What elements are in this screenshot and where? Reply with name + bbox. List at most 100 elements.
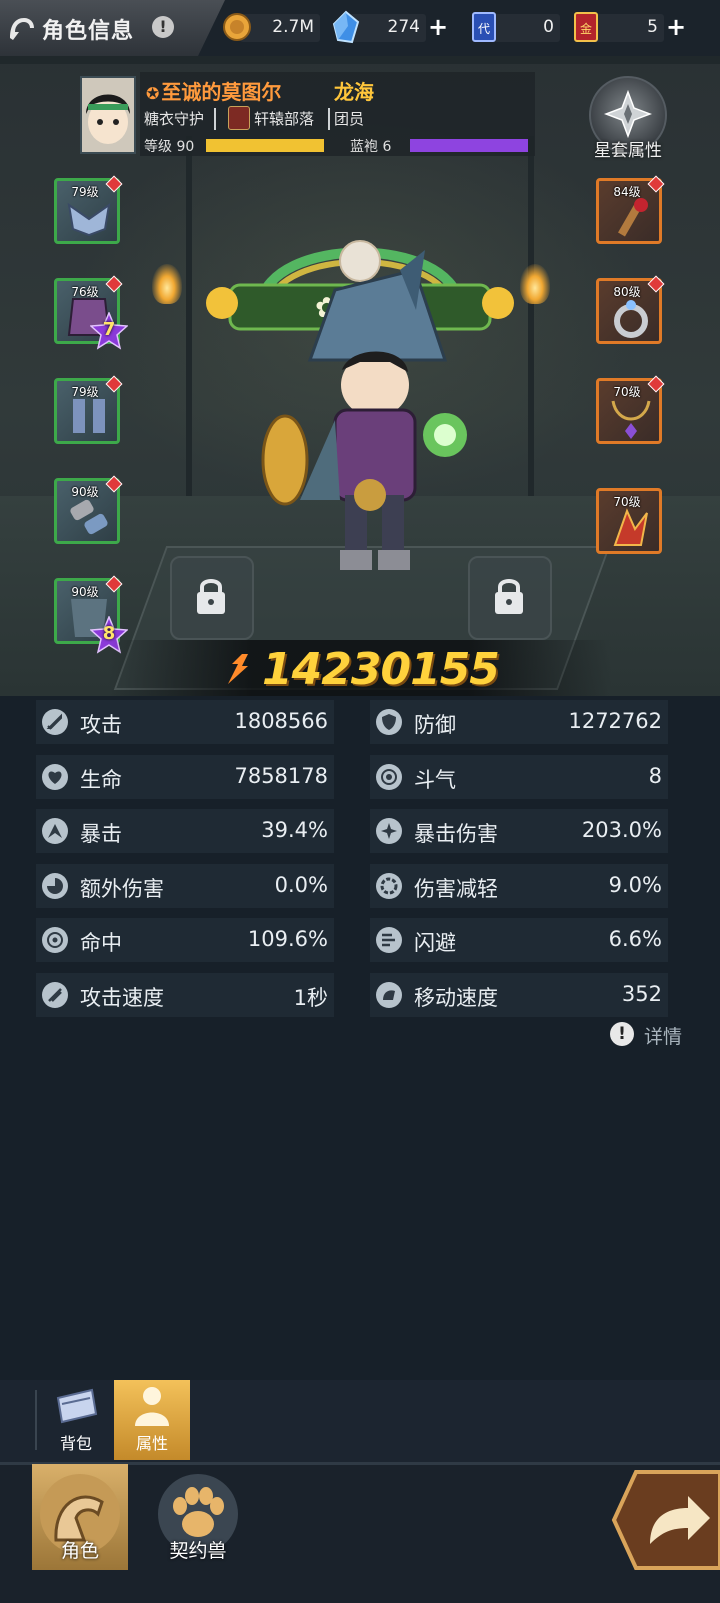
tab-backpack[interactable]: 背包 xyxy=(38,1380,114,1460)
shoulder-armor-icon xyxy=(67,202,111,237)
equip-slot-bracers[interactable]: 90级 xyxy=(54,475,123,544)
stat-value: 7858178 xyxy=(234,764,328,788)
torch-icon xyxy=(152,264,182,304)
person-icon xyxy=(135,1387,169,1426)
combat-power-value: 14230155 xyxy=(262,644,500,695)
move-speed-icon xyxy=(376,982,402,1008)
stat-value: 1272762 xyxy=(568,709,662,733)
torch-icon xyxy=(520,264,550,304)
info-icon: ! xyxy=(610,1022,634,1046)
tab-attributes[interactable]: 属性 xyxy=(114,1380,190,1460)
back-icon[interactable] xyxy=(6,12,38,44)
stat-name: 伤害减轻 xyxy=(414,877,498,901)
boots-icon xyxy=(73,399,105,433)
player-name: 龙海 xyxy=(334,80,374,104)
locked-slot[interactable] xyxy=(468,556,552,640)
rank-star-icon: ✪ xyxy=(146,84,160,103)
equip-slot-ring[interactable]: 80级 xyxy=(596,275,665,344)
extra-damage-icon xyxy=(42,873,68,899)
lock-icon xyxy=(197,579,225,614)
stat-value: 8 xyxy=(648,764,662,788)
artifact-icon xyxy=(613,508,648,546)
pillar xyxy=(186,136,192,496)
stat-name: 生命 xyxy=(80,768,122,792)
stat-name: 暴击伤害 xyxy=(414,822,498,846)
stat-value: 1808566 xyxy=(234,709,328,733)
attack-speed-icon xyxy=(42,982,68,1008)
dodge-icon xyxy=(376,927,402,953)
equip-slot-boots[interactable]: 79级 xyxy=(54,375,123,444)
red-gold-card-icon: 金 xyxy=(572,10,604,44)
stat-row: 移动速度 352 xyxy=(370,973,668,1017)
add-crystal-button[interactable]: + xyxy=(426,14,450,42)
stat-value: 109.6% xyxy=(247,927,328,951)
stat-value: 203.0% xyxy=(581,818,662,842)
stat-row: 伤害减轻 9.0% xyxy=(370,864,668,908)
svg-text:金: 金 xyxy=(580,21,592,36)
info-icon[interactable]: ! xyxy=(152,16,174,38)
equip-slot-necklace[interactable]: 70级 xyxy=(596,375,665,444)
stat-name: 额外伤害 xyxy=(80,877,164,901)
stat-row: 斗气 8 xyxy=(370,755,668,799)
robe-bar xyxy=(410,139,528,152)
level-bar xyxy=(206,139,324,152)
svg-text:代: 代 xyxy=(478,22,490,36)
stat-name: 命中 xyxy=(80,931,122,955)
gold-coin-icon xyxy=(222,12,254,46)
pillar xyxy=(528,136,534,496)
stat-name: 暴击 xyxy=(80,822,122,846)
stat-row: 命中 109.6% xyxy=(36,918,334,962)
level-label: 等级 90 xyxy=(144,139,195,155)
level-bar-fill xyxy=(206,139,324,152)
wall-trim xyxy=(0,56,720,64)
lock-icon xyxy=(495,579,523,614)
tribe-name: 轩辕部落 xyxy=(254,110,315,128)
burst-icon xyxy=(376,818,402,844)
crit-icon xyxy=(42,818,68,844)
equip-slot-shoulder[interactable]: 79级 xyxy=(54,175,123,244)
star-rank-badge: 7 xyxy=(89,311,129,350)
damage-reduction-icon xyxy=(376,873,402,899)
stat-row: 防御 1272762 xyxy=(370,700,668,744)
stat-row: 生命 7858178 xyxy=(36,755,334,799)
set-attributes-button[interactable]: 星套属性 xyxy=(588,76,668,166)
stat-row: 攻击 1808566 xyxy=(36,700,334,744)
stat-value: 1秒 xyxy=(293,986,328,1010)
stat-name: 闪避 xyxy=(414,931,456,955)
locked-slot[interactable] xyxy=(170,556,254,640)
blue-card-icon: 代 xyxy=(470,10,502,44)
hero-name: ✪ 至诚的莫图尔 xyxy=(146,80,282,104)
heart-icon xyxy=(42,764,68,790)
nav-character[interactable]: 角色 xyxy=(32,1464,128,1570)
target-icon xyxy=(42,927,68,953)
divider xyxy=(328,108,330,130)
page-title: 角色信息 xyxy=(42,19,135,44)
guild-name: 糖衣守护 xyxy=(144,110,205,128)
shield-icon xyxy=(376,709,402,735)
scepter-icon xyxy=(618,198,648,237)
title-tab: 角色信息 ! xyxy=(0,0,225,56)
nav-pet[interactable]: 契约兽 xyxy=(150,1464,246,1570)
set-attributes-label: 星套属性 xyxy=(594,141,662,161)
stat-value: 0.0% xyxy=(274,873,328,897)
equip-slot-scepter[interactable]: 84级 xyxy=(596,175,665,244)
arrow-icon xyxy=(611,1470,720,1570)
stat-value: 6.6% xyxy=(608,927,662,951)
ring-icon xyxy=(614,300,648,338)
guild-role: 团员 xyxy=(334,110,365,128)
bracers-icon xyxy=(70,499,108,535)
avatar[interactable] xyxy=(80,76,136,154)
stat-value: 39.4% xyxy=(261,818,328,842)
stat-value: 9.0% xyxy=(608,873,662,897)
robe-bar-fill xyxy=(410,139,528,152)
stat-row: 额外伤害 0.0% xyxy=(36,864,334,908)
add-gold-card-button[interactable]: + xyxy=(664,14,688,42)
go-button[interactable] xyxy=(610,1468,720,1572)
equip-slot-artifact[interactable]: 70级 xyxy=(596,488,662,554)
stat-row: 暴击 39.4% xyxy=(36,809,334,853)
divider xyxy=(214,108,216,130)
sword-icon xyxy=(42,709,68,735)
stat-name: 移动速度 xyxy=(414,986,498,1010)
combat-power-icon xyxy=(228,654,248,684)
swirl-icon xyxy=(376,764,402,790)
